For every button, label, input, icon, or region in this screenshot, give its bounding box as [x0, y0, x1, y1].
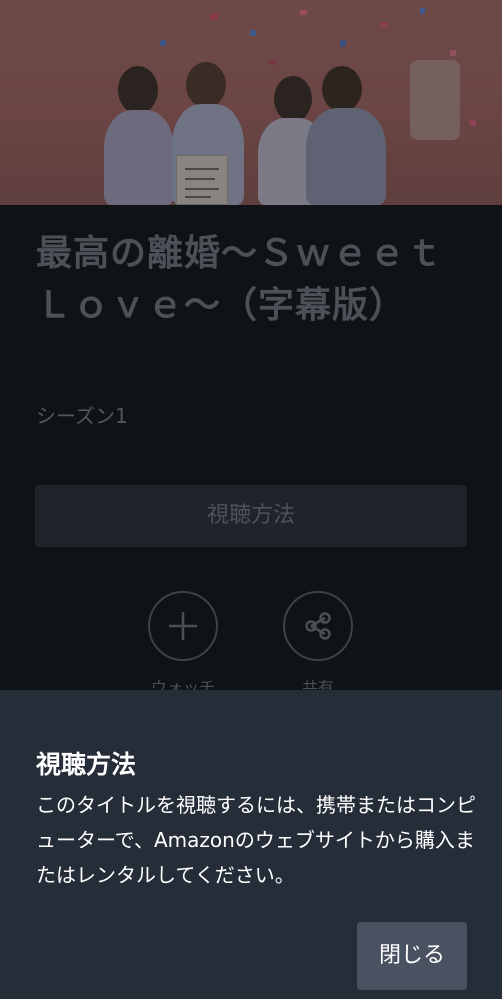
how-to-watch-button[interactable]: 視聴方法 — [35, 485, 467, 547]
close-button[interactable]: 閉じる — [357, 922, 467, 990]
hero-decoration — [410, 60, 460, 140]
dialog-title: 視聴方法 — [36, 750, 137, 779]
season-label[interactable]: シーズン1 — [36, 400, 128, 429]
person — [104, 110, 174, 205]
plus-icon — [169, 612, 197, 640]
confetti — [210, 14, 218, 20]
share-icon — [305, 612, 331, 640]
show-title: 最高の離婚〜Ｓｗｅｅｔ Ｌｏｖｅ〜（字幕版） — [36, 233, 481, 326]
watchlist-button[interactable] — [148, 591, 218, 661]
person-head — [322, 66, 362, 112]
confetti — [250, 30, 256, 36]
dialog-message: このタイトルを視聴するには、携帯またはコンピューターで、Amazonのウェブサイ… — [36, 793, 476, 887]
certificate-paper — [176, 155, 228, 205]
confetti — [420, 8, 425, 14]
confetti — [340, 40, 346, 47]
confetti — [300, 10, 307, 15]
person-head — [274, 76, 312, 122]
confetti — [450, 50, 456, 56]
confetti — [380, 22, 388, 27]
confetti — [160, 40, 166, 46]
person-head — [186, 62, 226, 108]
person — [306, 108, 386, 205]
confetti — [270, 60, 276, 65]
hero-image — [0, 0, 502, 205]
person-head — [118, 66, 158, 114]
share-button[interactable] — [283, 591, 353, 661]
confetti — [470, 120, 476, 126]
